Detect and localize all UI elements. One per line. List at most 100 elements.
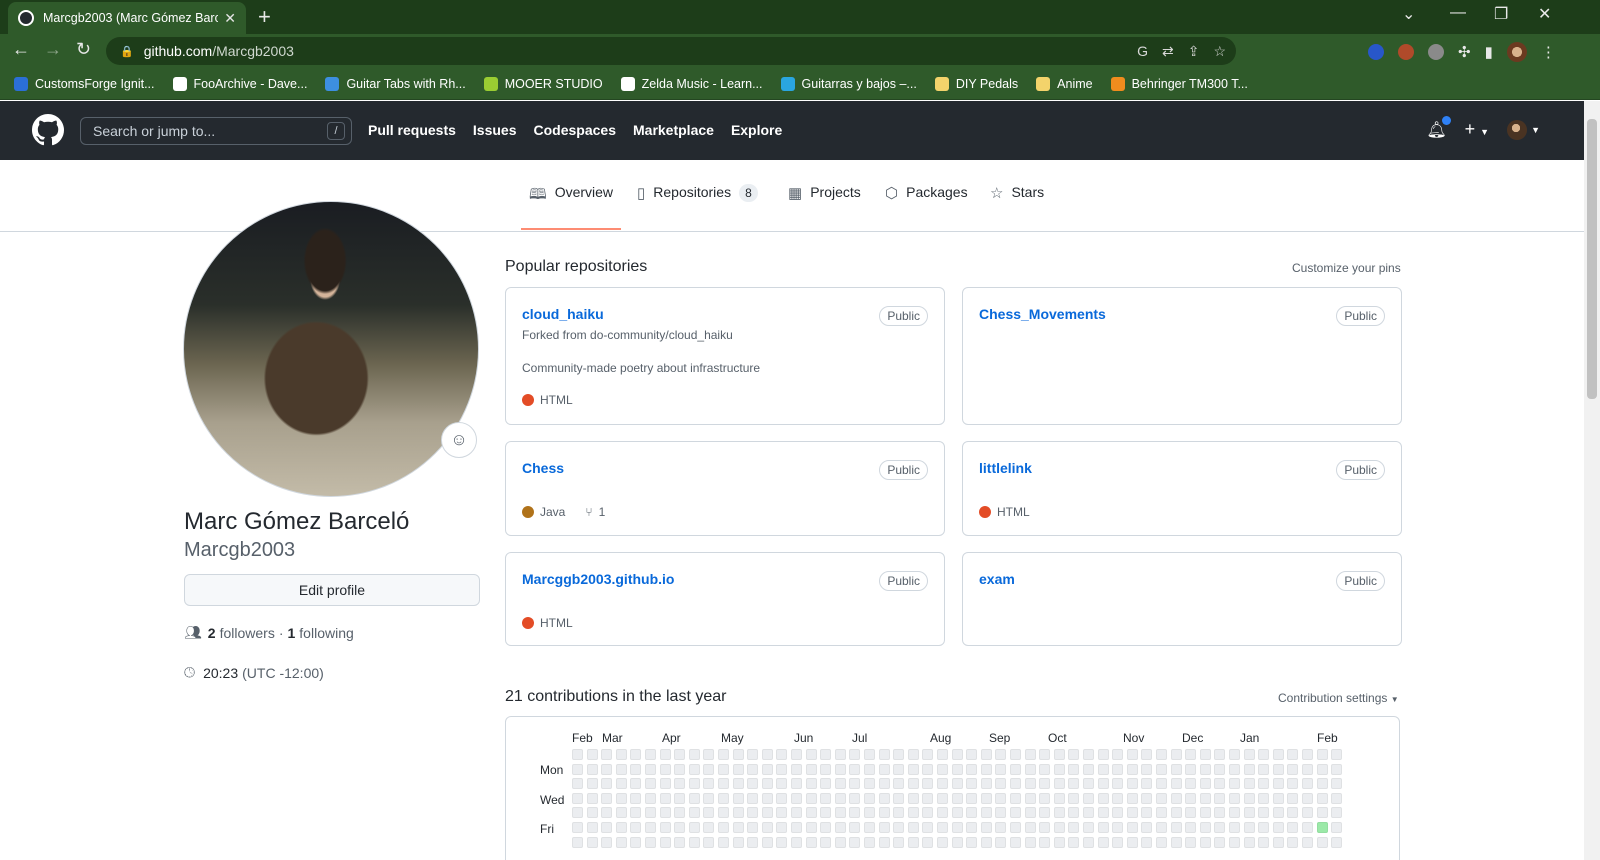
contribution-day-cell[interactable] <box>645 822 656 833</box>
contribution-day-cell[interactable] <box>615 836 627 848</box>
contribution-day-cell[interactable] <box>1010 807 1021 819</box>
contribution-day-cell[interactable] <box>1010 822 1021 833</box>
contribution-day-cell[interactable] <box>937 778 948 790</box>
contribution-day-cell[interactable] <box>747 763 759 775</box>
contribution-day-cell[interactable] <box>849 749 861 760</box>
reload-icon[interactable]: ↻ <box>76 39 91 60</box>
contribution-day-cell[interactable] <box>732 749 744 760</box>
contribution-day-cell[interactable] <box>849 822 861 833</box>
contribution-day-cell[interactable] <box>703 792 715 804</box>
contribution-day-cell[interactable] <box>1097 807 1109 819</box>
contribution-day-cell[interactable] <box>1170 749 1182 760</box>
close-tab-icon[interactable]: ✕ <box>224 10 236 27</box>
contribution-day-cell[interactable] <box>1024 749 1036 760</box>
contribution-day-cell[interactable] <box>688 778 700 790</box>
contribution-day-cell[interactable] <box>864 749 875 760</box>
contribution-day-cell[interactable] <box>1185 836 1197 848</box>
contribution-day-cell[interactable] <box>1068 836 1080 848</box>
back-icon[interactable]: ← <box>12 39 30 60</box>
following-count[interactable]: 1 <box>288 625 296 641</box>
contribution-day-cell[interactable] <box>1068 792 1080 804</box>
contribution-day-cell[interactable] <box>718 792 729 804</box>
contribution-day-cell[interactable] <box>966 807 978 819</box>
contribution-day-cell[interactable] <box>1272 778 1284 790</box>
contribution-day-cell[interactable] <box>922 836 934 848</box>
contribution-day-cell[interactable] <box>820 807 832 819</box>
contribution-day-cell[interactable] <box>645 763 656 775</box>
contribution-day-cell[interactable] <box>1170 822 1182 833</box>
contribution-day-cell[interactable] <box>1083 836 1094 848</box>
bookmark-item[interactable]: Guitar Tabs with Rh... <box>325 76 466 91</box>
contribution-day-cell[interactable] <box>572 778 583 790</box>
contribution-day-cell[interactable] <box>1112 778 1124 790</box>
contribution-day-cell[interactable] <box>1112 807 1124 819</box>
contribution-day-cell[interactable] <box>1229 778 1240 790</box>
contribution-day-cell[interactable] <box>586 778 598 790</box>
contribution-day-cell[interactable] <box>1039 778 1051 790</box>
contribution-day-cell[interactable] <box>761 749 773 760</box>
contribution-day-cell[interactable] <box>1287 792 1299 804</box>
contribution-day-cell[interactable] <box>1199 792 1211 804</box>
contribution-day-cell[interactable] <box>1258 822 1270 833</box>
contribution-day-cell[interactable] <box>805 807 817 819</box>
contribution-day-cell[interactable] <box>1331 807 1343 819</box>
contribution-day-cell[interactable] <box>1010 836 1021 848</box>
contribution-day-cell[interactable] <box>1156 807 1167 819</box>
contribution-day-cell[interactable] <box>1126 807 1138 819</box>
contribution-day-cell[interactable] <box>1185 822 1197 833</box>
repo-name-link[interactable]: Chess_Movements <box>979 306 1106 322</box>
contribution-day-cell[interactable] <box>1243 749 1255 760</box>
contribution-day-cell[interactable] <box>1302 822 1313 833</box>
customize-pins-link[interactable]: Customize your pins <box>1292 261 1401 275</box>
contribution-day-cell[interactable] <box>630 822 642 833</box>
contribution-day-cell[interactable] <box>1053 749 1065 760</box>
contribution-day-cell[interactable] <box>659 807 671 819</box>
contribution-day-cell[interactable] <box>572 792 583 804</box>
contribution-day-cell[interactable] <box>1272 749 1284 760</box>
contribution-day-cell[interactable] <box>922 749 934 760</box>
contribution-day-cell[interactable] <box>791 836 802 848</box>
contribution-day-cell[interactable] <box>1199 807 1211 819</box>
contribution-day-cell[interactable] <box>922 778 934 790</box>
contribution-day-cell[interactable] <box>1199 749 1211 760</box>
contribution-day-cell[interactable] <box>937 749 948 760</box>
contribution-day-cell[interactable] <box>1068 778 1080 790</box>
contribution-day-cell[interactable] <box>1214 763 1226 775</box>
contribution-day-cell[interactable] <box>966 763 978 775</box>
contribution-day-cell[interactable] <box>1287 822 1299 833</box>
contribution-day-cell[interactable] <box>601 749 613 760</box>
contribution-day-cell[interactable] <box>1097 763 1109 775</box>
contribution-day-cell[interactable] <box>878 836 890 848</box>
contribution-day-cell[interactable] <box>674 778 686 790</box>
contribution-day-cell[interactable] <box>615 822 627 833</box>
contribution-day-cell[interactable] <box>1258 807 1270 819</box>
contribution-day-cell[interactable] <box>761 807 773 819</box>
contribution-day-cell[interactable] <box>761 822 773 833</box>
contribution-day-cell[interactable] <box>995 778 1007 790</box>
contribution-day-cell[interactable] <box>1112 822 1124 833</box>
nav-marketplace[interactable]: Marketplace <box>633 122 714 138</box>
contribution-day-cell[interactable] <box>1141 749 1153 760</box>
contribution-day-cell[interactable] <box>1287 807 1299 819</box>
contribution-day-cell[interactable] <box>907 807 919 819</box>
contribution-day-cell[interactable] <box>805 763 817 775</box>
contribution-day-cell[interactable] <box>1170 763 1182 775</box>
search-input[interactable]: Search or jump to... / <box>80 117 352 145</box>
contribution-day-cell[interactable] <box>1272 792 1284 804</box>
contribution-day-cell[interactable] <box>1170 836 1182 848</box>
contribution-day-cell[interactable] <box>980 836 992 848</box>
contribution-day-cell[interactable] <box>1287 749 1299 760</box>
contribution-day-cell[interactable] <box>630 778 642 790</box>
contribution-day-cell[interactable] <box>1010 749 1021 760</box>
contribution-day-cell[interactable] <box>1316 778 1328 790</box>
bookmark-item[interactable]: MOOER STUDIO <box>483 76 603 91</box>
contribution-day-cell[interactable] <box>572 822 583 833</box>
contribution-day-cell[interactable] <box>922 763 934 775</box>
contribution-day-cell[interactable] <box>1331 792 1343 804</box>
contribution-day-cell[interactable] <box>630 749 642 760</box>
contribution-day-cell[interactable] <box>1214 822 1226 833</box>
contribution-day-cell[interactable] <box>1156 778 1167 790</box>
contribution-day-cell[interactable] <box>1287 778 1299 790</box>
contribution-day-cell[interactable] <box>601 763 613 775</box>
contribution-day-cell[interactable] <box>1258 763 1270 775</box>
